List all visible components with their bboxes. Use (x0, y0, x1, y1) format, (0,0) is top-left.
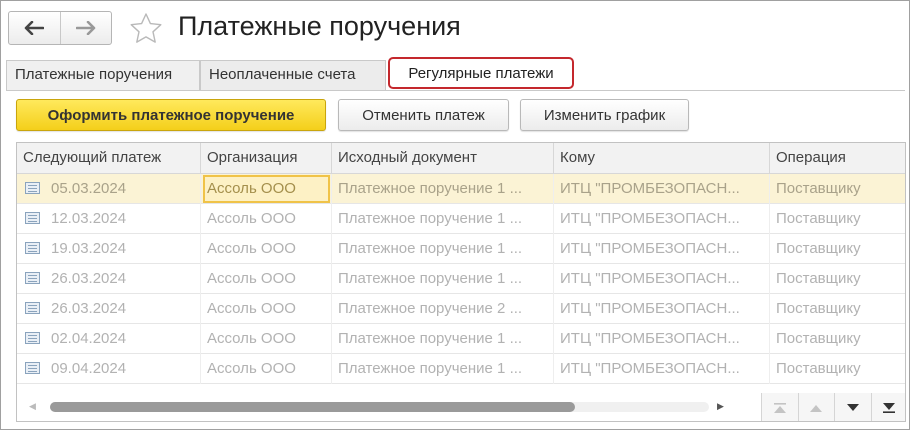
document-icon (25, 242, 40, 254)
scroll-thumb[interactable] (50, 402, 575, 412)
cell-operation[interactable]: Поставщику (770, 324, 905, 354)
cell-next-payment: 02.04.2024 (17, 324, 201, 354)
cell-next-payment: 19.03.2024 (17, 234, 201, 264)
cell-organization[interactable]: Ассоль ООО (201, 204, 332, 234)
back-button[interactable] (9, 12, 60, 44)
cancel-payment-button[interactable]: Отменить платеж (338, 99, 509, 131)
cell-organization[interactable]: Ассоль ООО (201, 264, 332, 294)
horizontal-scrollbar[interactable]: ◀ ▶ (17, 393, 757, 421)
last-page-icon (883, 402, 896, 413)
column-header-recipient[interactable]: Кому (554, 143, 770, 174)
tab-unpaid-invoices[interactable]: Неоплаченные счета (200, 60, 386, 90)
cell-organization[interactable]: Ассоль ООО (201, 324, 332, 354)
first-page-icon (773, 402, 786, 413)
window-frame: Платежные поручения Платежные поручения … (0, 0, 910, 430)
cell-next-payment: 12.03.2024 (17, 204, 201, 234)
cell-recipient[interactable]: ИТЦ "ПРОМБЕЗОПАСН... (554, 324, 770, 354)
document-icon (25, 272, 40, 284)
cell-organization[interactable]: Ассоль ООО (201, 294, 332, 324)
cell-recipient[interactable]: ИТЦ "ПРОМБЕЗОПАСН... (554, 294, 770, 324)
column-header-next-payment[interactable]: Следующий платеж (17, 143, 201, 174)
column-header-operation[interactable]: Операция (770, 143, 905, 174)
cell-operation[interactable]: Поставщику (770, 234, 905, 264)
cell-next-payment: 26.03.2024 (17, 294, 201, 324)
table-row[interactable]: 09.04.2024 Ассоль ООО Платежное поручени… (17, 354, 905, 384)
cell-source-document[interactable]: Платежное поручение 1 ... (332, 264, 554, 294)
cell-recipient[interactable]: ИТЦ "ПРОМБЕЗОПАСН... (554, 234, 770, 264)
change-schedule-button[interactable]: Изменить график (520, 99, 689, 131)
table-row[interactable]: 02.04.2024 Ассоль ООО Платежное поручени… (17, 324, 905, 354)
table-row[interactable]: 12.03.2024 Ассоль ООО Платежное поручени… (17, 204, 905, 234)
go-first-button[interactable] (761, 393, 798, 421)
document-icon (25, 182, 40, 194)
cell-operation[interactable]: Поставщику (770, 264, 905, 294)
go-last-button[interactable] (870, 393, 905, 421)
go-up-button[interactable] (797, 393, 834, 421)
cell-next-payment: 26.03.2024 (17, 264, 201, 294)
go-down-button[interactable] (834, 393, 871, 421)
cell-operation[interactable]: Поставщику (770, 294, 905, 324)
cell-source-document[interactable]: Платежное поручение 1 ... (332, 234, 554, 264)
table-row[interactable]: 26.03.2024 Ассоль ООО Платежное поручени… (17, 264, 905, 294)
cell-source-document[interactable]: Платежное поручение 1 ... (332, 354, 554, 384)
cell-operation[interactable]: Поставщику (770, 354, 905, 384)
arrow-left-icon (24, 21, 45, 35)
cell-source-document[interactable]: Платежное поручение 1 ... (332, 174, 554, 204)
tab-regular-payments[interactable]: Регулярные платежи (388, 57, 574, 89)
scroll-right-icon[interactable]: ▶ (717, 401, 724, 412)
document-icon (25, 212, 40, 224)
cell-source-document[interactable]: Платежное поручение 1 ... (332, 324, 554, 354)
arrow-right-icon (75, 21, 96, 35)
tab-bar: Платежные поручения Неоплаченные счета Р… (6, 57, 906, 90)
chevron-down-icon (846, 403, 859, 411)
favorite-button[interactable] (129, 12, 163, 49)
forward-button[interactable] (59, 12, 112, 44)
regular-payments-table: Следующий платеж Организация Исходный до… (16, 142, 906, 422)
cell-next-payment: 09.04.2024 (17, 354, 201, 384)
create-payment-order-button[interactable]: Оформить платежное поручение (16, 99, 326, 131)
column-header-organization[interactable]: Организация (201, 143, 332, 174)
table-row[interactable]: 19.03.2024 Ассоль ООО Платежное поручени… (17, 234, 905, 264)
page-title: Платежные поручения (178, 11, 461, 41)
navigation-buttons (8, 11, 112, 45)
cell-next-payment: 05.03.2024 (17, 174, 201, 204)
cell-recipient[interactable]: ИТЦ "ПРОМБЕЗОПАСН... (554, 174, 770, 204)
star-icon (130, 13, 162, 43)
table-navigation (761, 393, 905, 421)
column-header-source-document[interactable]: Исходный документ (332, 143, 554, 174)
cell-organization[interactable]: Ассоль ООО (201, 354, 332, 384)
scroll-track[interactable] (50, 402, 709, 412)
table-header: Следующий платеж Организация Исходный до… (17, 143, 905, 174)
cell-recipient[interactable]: ИТЦ "ПРОМБЕЗОПАСН... (554, 204, 770, 234)
document-icon (25, 332, 40, 344)
document-icon (25, 362, 40, 374)
cell-recipient[interactable]: ИТЦ "ПРОМБЕЗОПАСН... (554, 354, 770, 384)
scroll-left-icon[interactable]: ◀ (29, 401, 36, 412)
table-row[interactable]: 05.03.2024 Ассоль ООО Платежное поручени… (17, 174, 905, 204)
cell-organization[interactable]: Ассоль ООО (201, 174, 332, 204)
table-row[interactable]: 26.03.2024 Ассоль ООО Платежное поручени… (17, 294, 905, 324)
chevron-up-icon (810, 404, 823, 412)
tab-payment-orders[interactable]: Платежные поручения (6, 60, 200, 90)
cell-organization[interactable]: Ассоль ООО (201, 234, 332, 264)
document-icon (25, 302, 40, 314)
cell-source-document[interactable]: Платежное поручение 2 ... (332, 294, 554, 324)
tab-divider (6, 90, 905, 91)
cell-recipient[interactable]: ИТЦ "ПРОМБЕЗОПАСН... (554, 264, 770, 294)
cell-source-document[interactable]: Платежное поручение 1 ... (332, 204, 554, 234)
cell-operation[interactable]: Поставщику (770, 204, 905, 234)
cell-operation[interactable]: Поставщику (770, 174, 905, 204)
